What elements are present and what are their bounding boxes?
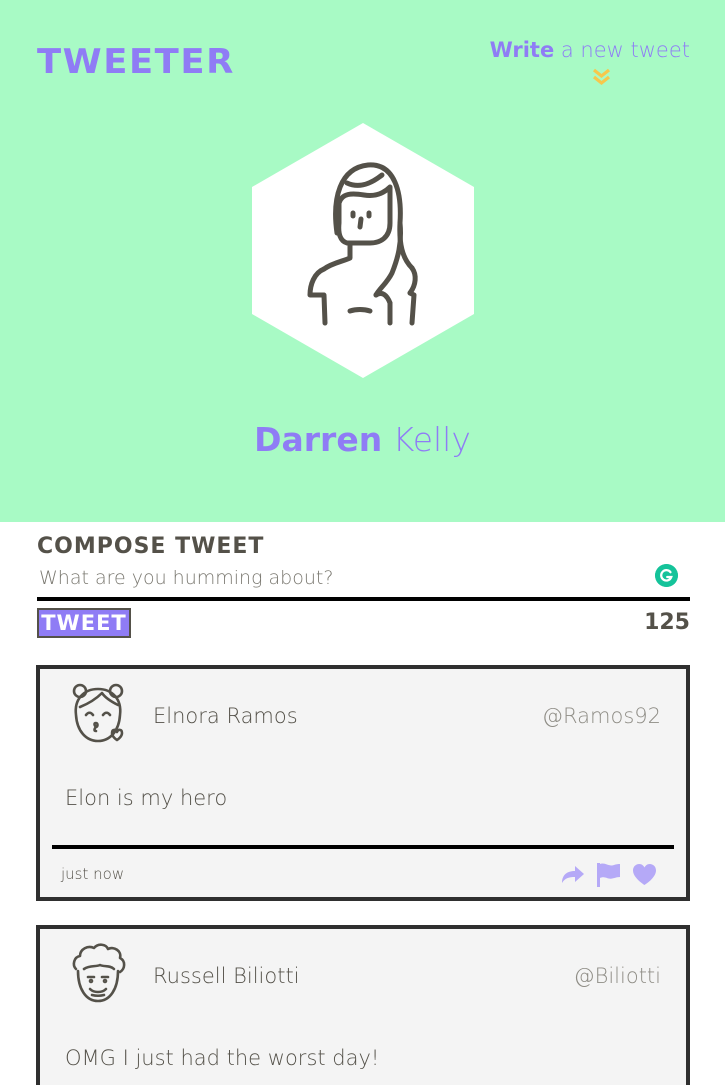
heart-icon[interactable] [631, 861, 658, 888]
retweet-icon[interactable] [559, 861, 586, 888]
profile-last-name: Kelly [382, 420, 471, 459]
tweet-author-handle[interactable]: @Biliotti [574, 962, 661, 990]
tweet-divider [52, 845, 674, 849]
tweet-timestamp: just now [61, 865, 125, 883]
tweet-actions [559, 859, 658, 889]
profile-name: Darren Kelly [0, 418, 725, 462]
compose-divider [37, 597, 690, 601]
character-counter: 125 [644, 610, 690, 635]
write-link-rest: a new tweet [554, 38, 690, 62]
profile-avatar [252, 123, 474, 378]
compose-tweet-input[interactable] [37, 562, 649, 594]
avatar-hexagon [252, 123, 474, 378]
flag-icon[interactable] [595, 861, 622, 888]
tweet-content: Elon is my hero [65, 786, 228, 810]
avatar [72, 943, 126, 1003]
compose-title: Compose Tweet [37, 534, 265, 559]
tweet-author-handle[interactable]: @Ramos92 [542, 702, 661, 730]
tweet-card: Russell Biliotti @Biliotti OMG I just ha… [36, 925, 690, 1085]
chevron-double-down-icon[interactable] [591, 67, 612, 87]
profile-first-name: Darren [254, 420, 383, 459]
tweet-button[interactable]: Tweet [37, 608, 131, 638]
write-link-strong: Write [489, 38, 555, 62]
profile-header: Tweeter Write a new tweet [0, 0, 725, 522]
write-new-tweet-link[interactable]: Write a new tweet [490, 36, 690, 64]
grammarly-icon[interactable] [655, 564, 678, 587]
brand-logo[interactable]: Tweeter [37, 40, 235, 84]
tweet-card: Elnora Ramos @Ramos92 Elon is my hero ju… [36, 665, 690, 901]
avatar [72, 683, 124, 743]
tweet-author-name: Elnora Ramos [153, 704, 298, 728]
tweet-author-name: Russell Biliotti [153, 964, 300, 988]
tweet-content: OMG I just had the worst day! [65, 1046, 380, 1070]
